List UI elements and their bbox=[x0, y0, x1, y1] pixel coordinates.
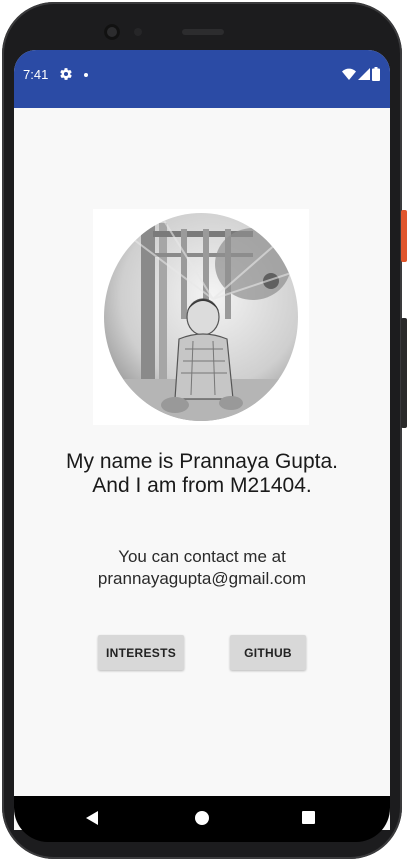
intro-line-name: My name is Prannaya Gupta. bbox=[66, 450, 338, 473]
intro-headline: My name is Prannaya Gupta. And I am from… bbox=[14, 450, 390, 498]
wifi-icon bbox=[342, 68, 356, 80]
battery-icon bbox=[372, 67, 380, 81]
phone-frame: 7:41 My name is Prannaya Gupta. And I am… bbox=[0, 0, 408, 863]
profile-photo bbox=[93, 209, 309, 425]
home-icon[interactable] bbox=[195, 811, 209, 825]
notification-dot-icon bbox=[84, 73, 88, 77]
status-time: 7:41 bbox=[23, 67, 49, 82]
back-icon[interactable] bbox=[86, 811, 98, 825]
contact-text: You can contact me at prannayagupta@gmai… bbox=[14, 546, 390, 590]
signal-icon bbox=[358, 68, 370, 80]
proximity-sensor bbox=[134, 28, 142, 36]
front-camera bbox=[104, 24, 120, 40]
volume-button bbox=[401, 318, 407, 428]
contact-email: prannayagupta@gmail.com bbox=[97, 569, 307, 588]
intro-line-origin: And I am from M21404. bbox=[92, 474, 312, 497]
status-icons bbox=[342, 66, 380, 82]
earpiece bbox=[182, 29, 224, 35]
navigation-bar bbox=[14, 796, 390, 842]
interests-button[interactable]: INTERESTS bbox=[98, 635, 184, 670]
power-button bbox=[401, 210, 407, 262]
gear-icon bbox=[60, 68, 72, 80]
recents-icon[interactable] bbox=[302, 811, 315, 824]
profile-photo-sketch bbox=[104, 213, 298, 421]
screen: 7:41 My name is Prannaya Gupta. And I am… bbox=[14, 50, 390, 830]
github-button[interactable]: GITHUB bbox=[230, 635, 306, 670]
contact-label: You can contact me at bbox=[118, 547, 286, 566]
status-bar: 7:41 bbox=[14, 50, 390, 108]
